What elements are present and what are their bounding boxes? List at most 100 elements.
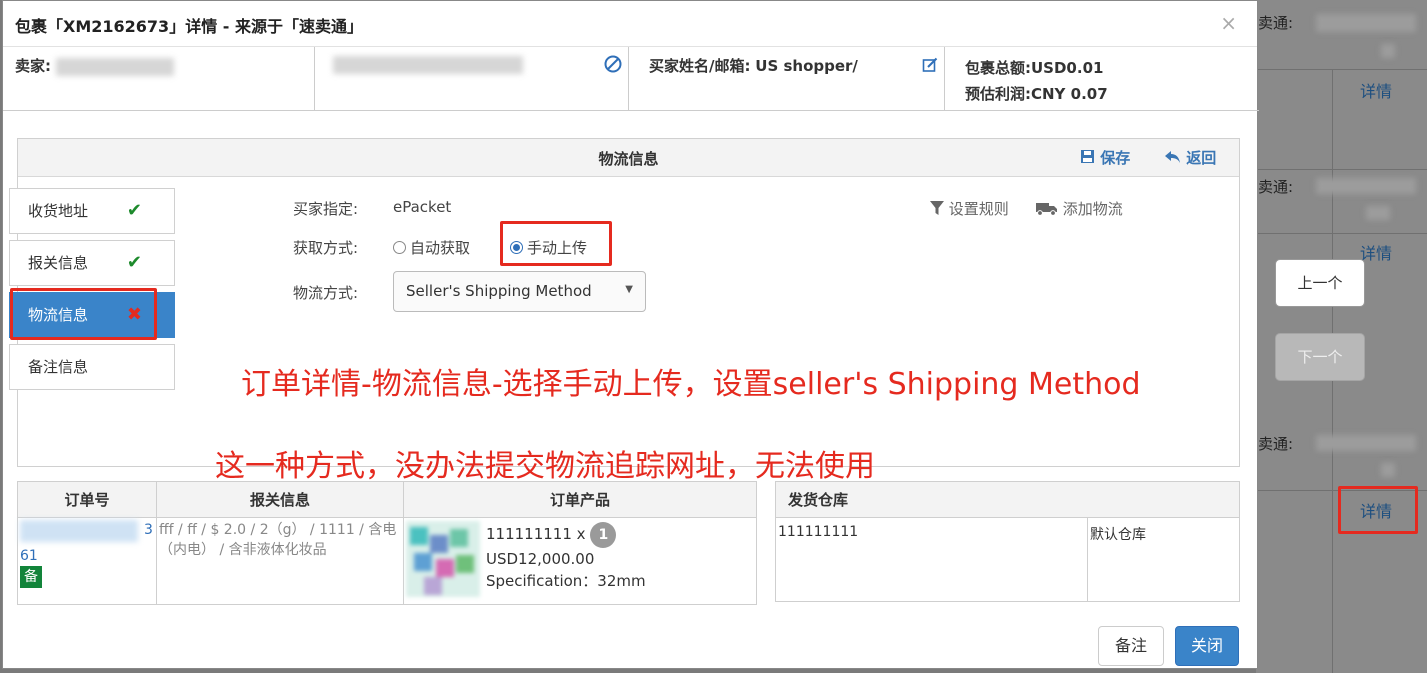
order-number-link[interactable]: 61 <box>20 548 154 564</box>
save-button[interactable]: 保存 <box>1080 147 1130 168</box>
back-button[interactable]: 返回 <box>1164 147 1216 168</box>
store-cell <box>315 47 629 110</box>
tab-remark-info[interactable]: 备注信息 <box>9 344 175 390</box>
acquire-method-label: 获取方式: <box>293 239 359 257</box>
radio-auto-acquire[interactable]: 自动获取 <box>393 237 470 258</box>
radio-button[interactable] <box>393 241 406 254</box>
blurred-text <box>1316 178 1416 194</box>
table-row: 3 61 备 fff / ff / $ 2.0 / 2（g） / 1111 / … <box>17 517 757 605</box>
annotation-highlight-box <box>10 288 157 340</box>
modal-header: 包裹「XM2162673」详情 - 来源于「速卖通」 × <box>3 1 1257 47</box>
profit-label: 预估利润: <box>965 85 1031 103</box>
quantity-badge: 1 <box>590 522 617 548</box>
package-detail-modal: 包裹「XM2162673」详情 - 来源于「速卖通」 × 卖家: 买家姓名/邮箱… <box>2 0 1259 669</box>
set-rules-label: 设置规则 <box>948 200 1009 218</box>
background-row: 卖通: <box>1256 0 1427 70</box>
buyer-label: 买家姓名/邮箱: <box>649 57 751 75</box>
column-header: 发货仓库 <box>775 481 1240 518</box>
blurred-text <box>1366 206 1390 220</box>
save-label: 保存 <box>1100 149 1131 167</box>
channel-label: 卖通: <box>1258 14 1294 32</box>
warehouse-table: 发货仓库 111111111 默认仓库 <box>775 481 1240 602</box>
logistics-method-label: 物流方式: <box>293 284 359 302</box>
table-header-row: 发货仓库 <box>775 481 1240 518</box>
order-number-link[interactable]: 3 <box>144 522 153 538</box>
blurred-text <box>1381 463 1395 477</box>
save-icon <box>1081 150 1094 163</box>
seller-label: 卖家: <box>15 57 51 75</box>
product-sku: 111111111 x <box>486 525 586 543</box>
annotation-highlight-box <box>1338 486 1418 534</box>
blurred-text <box>1381 44 1395 58</box>
panel-header: 物流信息 保存 返回 <box>18 139 1239 177</box>
ban-icon[interactable] <box>604 55 622 73</box>
caret-down-icon: ▼ <box>625 284 633 295</box>
prev-button[interactable]: 上一个 <box>1275 259 1365 307</box>
close-button[interactable]: 关闭 <box>1175 626 1239 666</box>
background-row: 卖通: <box>1256 170 1427 234</box>
filter-icon <box>930 201 944 215</box>
annotation-text-2: 这一种方式，没办法提交物流追踪网址，无法使用 <box>215 449 875 484</box>
product-cell: 111111111 x 1 USD12,000.00 Specification… <box>403 517 757 605</box>
edit-icon[interactable] <box>922 57 938 73</box>
tab-shipping-address[interactable]: 收货地址 ✔ <box>9 188 175 234</box>
reply-icon <box>1165 151 1180 163</box>
table-row: 111111111 默认仓库 <box>775 517 1240 602</box>
product-spec: Specification：32mm <box>486 572 646 590</box>
tab-label: 备注信息 <box>28 358 89 376</box>
seller-value-redacted <box>55 57 174 76</box>
tab-customs-info[interactable]: 报关信息 ✔ <box>9 240 175 286</box>
tab-label: 收货地址 <box>28 202 89 220</box>
check-icon: ✔ <box>126 200 142 221</box>
product-thumbnail <box>406 521 480 597</box>
select-value: Seller's Shipping Method <box>406 282 592 300</box>
order-number-redacted <box>20 520 138 542</box>
panel-title: 物流信息 <box>598 150 659 168</box>
column-header: 订单产品 <box>403 481 757 518</box>
background-row: 详情 <box>1256 70 1427 170</box>
background-page: 卖通: 详情 卖通: 详情 上一个 下一个 卖通: 详情 <box>1256 0 1427 673</box>
detail-link[interactable]: 详情 <box>1360 78 1392 102</box>
radio-label: 自动获取 <box>410 239 471 257</box>
total-value: USD0.01 <box>1031 59 1104 77</box>
add-logistics-button[interactable]: 添加物流 <box>1036 198 1123 219</box>
annotation-highlight-box <box>500 221 612 266</box>
table-header-row: 订单号 报关信息 订单产品 <box>17 481 757 518</box>
logistics-method-select[interactable]: Seller's Shipping Method ▼ <box>393 271 646 312</box>
total-label: 包裹总额: <box>965 59 1031 77</box>
store-value-redacted <box>333 55 523 74</box>
buyer-specified-value: ePacket <box>393 198 452 216</box>
buyer-specified-label: 买家指定: <box>293 200 359 218</box>
check-icon: ✔ <box>126 252 142 273</box>
buyer-value: US shopper/ <box>755 57 858 75</box>
order-table: 订单号 报关信息 订单产品 3 61 备 fff / ff / $ 2.0 / … <box>17 481 757 605</box>
close-icon[interactable]: × <box>1220 11 1237 35</box>
truck-icon <box>1036 203 1057 216</box>
tab-label: 报关信息 <box>28 254 89 272</box>
profit-value: CNY 0.07 <box>1031 85 1108 103</box>
warehouse-name: 默认仓库 <box>1087 517 1240 602</box>
blurred-text <box>1316 14 1416 32</box>
buyer-cell: 买家姓名/邮箱: US shopper/ <box>629 47 945 110</box>
column-header: 订单号 <box>17 481 157 518</box>
customs-info-cell: fff / ff / $ 2.0 / 2（g） / 1111 / 含电（内电） … <box>156 517 404 605</box>
back-label: 返回 <box>1186 149 1217 167</box>
blurred-text <box>1316 435 1416 451</box>
column-header: 报关信息 <box>156 481 404 518</box>
next-button[interactable]: 下一个 <box>1275 333 1365 381</box>
product-price: USD12,000.00 <box>486 550 595 568</box>
remark-button[interactable]: 备注 <box>1098 626 1164 666</box>
background-row: 卖通: <box>1256 425 1427 491</box>
order-number-cell: 3 61 备 <box>17 517 157 605</box>
detail-link[interactable]: 详情 <box>1360 240 1392 264</box>
annotation-text-1: 订单详情-物流信息-选择手动上传，设置seller's Shipping Met… <box>241 367 1141 402</box>
product-details: 111111111 x 1 USD12,000.00 Specification… <box>486 522 646 592</box>
modal-title: 包裹「XM2162673」详情 - 来源于「速卖通」 <box>15 17 363 36</box>
channel-label: 卖通: <box>1258 435 1294 453</box>
total-cell: 包裹总额:USD0.01 预估利润:CNY 0.07 <box>945 47 1259 110</box>
package-info-row: 卖家: 买家姓名/邮箱: US shopper/ 包裹总额:USD0.01 预估… <box>3 47 1259 111</box>
remark-badge: 备 <box>20 566 42 588</box>
add-logistics-label: 添加物流 <box>1062 200 1123 218</box>
warehouse-code: 111111111 <box>775 517 1088 602</box>
set-rules-button[interactable]: 设置规则 <box>930 198 1009 219</box>
